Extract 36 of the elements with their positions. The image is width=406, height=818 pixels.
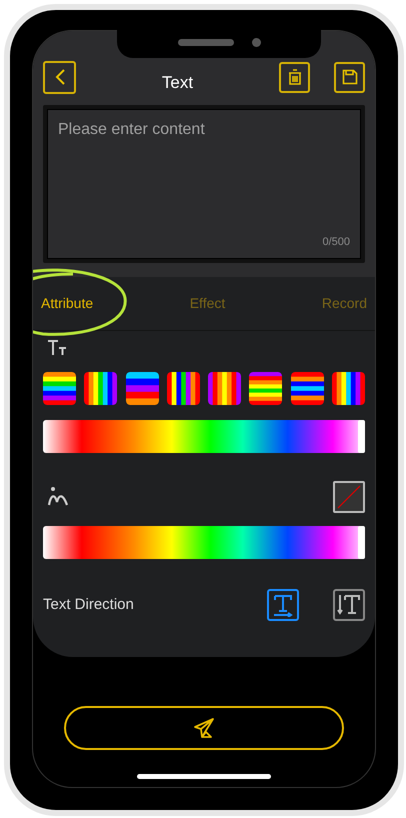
- rainbow-pattern-swatch[interactable]: [332, 372, 365, 405]
- slider-thumb[interactable]: [358, 526, 365, 559]
- content-text-area[interactable]: Please enter content 0/500: [47, 109, 361, 259]
- back-button[interactable]: [43, 60, 76, 94]
- tab[interactable]: Attribute: [41, 292, 94, 314]
- stroke-style-icon: [47, 486, 71, 508]
- tab[interactable]: Effect: [190, 292, 226, 314]
- content-input[interactable]: Please enter content: [58, 118, 350, 234]
- tab[interactable]: Record: [322, 292, 367, 314]
- speaker-grille: [178, 38, 234, 46]
- character-counter: 0/500: [322, 234, 350, 250]
- no-color-button[interactable]: [333, 481, 365, 513]
- send-button[interactable]: [64, 706, 344, 750]
- chevron-left-icon: [54, 68, 66, 86]
- rainbow-pattern-swatch[interactable]: [290, 372, 324, 405]
- page-title: Text: [162, 72, 194, 94]
- text-size-icon: [47, 339, 69, 355]
- rainbow-pattern-swatch[interactable]: [166, 372, 200, 405]
- color-slider-track[interactable]: [43, 526, 365, 559]
- horizontal-text-icon: [271, 593, 295, 617]
- trash-icon: [288, 69, 302, 85]
- text-direction-option[interactable]: [267, 589, 299, 621]
- diagonal-slash-icon: [337, 485, 361, 509]
- slider-thumb[interactable]: [358, 420, 365, 453]
- rainbow-pattern-swatch[interactable]: [43, 372, 76, 405]
- delete-button[interactable]: [279, 62, 310, 92]
- text-direction-label: Text Direction: [43, 594, 135, 615]
- text-direction-option[interactable]: [333, 589, 365, 621]
- vertical-text-icon: [337, 593, 361, 617]
- rainbow-pattern-swatch[interactable]: [84, 372, 118, 405]
- rainbow-pattern-swatch[interactable]: [249, 372, 282, 405]
- color-slider-track[interactable]: [43, 420, 365, 453]
- rainbow-pattern-swatch[interactable]: [126, 372, 159, 405]
- save-button[interactable]: [334, 62, 365, 92]
- paper-plane-icon: [192, 716, 216, 740]
- rainbow-pattern-swatch[interactable]: [208, 372, 242, 405]
